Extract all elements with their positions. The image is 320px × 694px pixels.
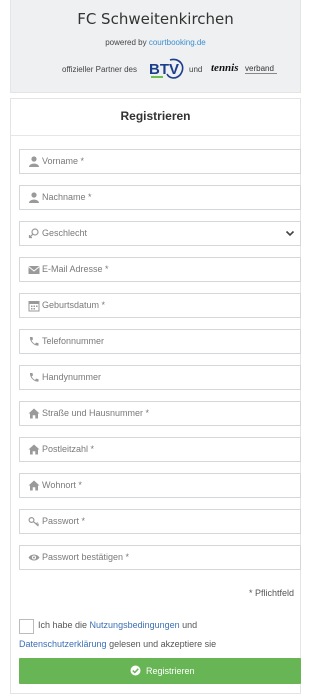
required-note: * Pflichtfeld: [248, 588, 294, 598]
envelope-icon: [28, 266, 40, 274]
first-name-placeholder: Vorname *: [42, 156, 85, 166]
check-circle-icon: [130, 665, 141, 676]
partner-and: und: [189, 65, 203, 74]
password-placeholder: Passwort *: [42, 516, 86, 526]
btv-logo: BTV: [149, 58, 184, 79]
form-title: Registrieren: [120, 109, 191, 123]
birthdate-placeholder: Geburtsdatum *: [42, 300, 106, 310]
terms-checkbox[interactable]: [19, 619, 34, 634]
powered-prefix: powered by: [105, 38, 149, 47]
email-placeholder: E-Mail Adresse *: [42, 264, 109, 274]
club-name: FC Schweitenkirchen: [77, 10, 234, 28]
registration-card: Registrieren Vorname * Nachname * Geschl…: [10, 98, 301, 694]
last-name-field[interactable]: Nachname *: [19, 185, 301, 210]
powered-by: powered by courtbooking.de: [11, 38, 300, 47]
birthdate-field[interactable]: Geburtsdatum *: [19, 293, 301, 318]
agree-middle: und: [179, 620, 198, 630]
tennisverband-logo: tennis verband: [211, 62, 277, 74]
user-icon: [29, 156, 39, 167]
city-field[interactable]: Wohnort *: [19, 473, 301, 498]
street-field[interactable]: Straße und Hausnummer *: [19, 401, 301, 426]
gender-select[interactable]: Geschlecht: [19, 221, 301, 246]
password-confirm-placeholder: Passwort bestätigen *: [42, 552, 130, 562]
agree-prefix: Ich habe die: [38, 620, 90, 630]
calendar-icon: [28, 301, 40, 312]
key-icon: [28, 516, 40, 527]
privacy-link[interactable]: Datenschutzerklärung: [19, 639, 107, 649]
phone-placeholder: Telefonnummer: [42, 336, 105, 346]
agree-suffix: gelesen und akzeptiere sie: [106, 639, 217, 649]
mobile-field[interactable]: Handynummer: [19, 365, 301, 390]
phone-icon: [29, 373, 39, 382]
eye-icon: [28, 554, 40, 561]
street-placeholder: Straße und Hausnummer *: [42, 408, 150, 418]
partner-text: offizieller Partner des: [62, 65, 137, 74]
password-confirm-field[interactable]: Passwort bestätigen *: [19, 545, 301, 570]
club-header: FC Schweitenkirchen powered by courtbook…: [10, 0, 301, 93]
home-icon: [28, 480, 40, 491]
agree-text-line2: Datenschutzerklärung gelesen und akzepti…: [19, 639, 216, 649]
agree-text-line1: Ich habe die Nutzungsbedingungen und: [38, 620, 197, 630]
mobile-placeholder: Handynummer: [42, 372, 102, 382]
city-placeholder: Wohnort *: [42, 480, 82, 490]
home-icon: [28, 408, 40, 419]
tennis-logo-text2: verband: [245, 64, 274, 73]
postal-code-field[interactable]: Postleitzahl *: [19, 437, 301, 462]
phone-field[interactable]: Telefonnummer: [19, 329, 301, 354]
last-name-placeholder: Nachname *: [42, 192, 92, 202]
partner-row: offizieller Partner des BTV und tennis v…: [11, 55, 300, 83]
gender-placeholder: Geschlecht: [42, 228, 88, 238]
home-icon: [28, 444, 40, 455]
tennis-logo-text: tennis: [211, 62, 239, 74]
btv-logo-text: BTV: [149, 61, 179, 78]
courtbooking-link[interactable]: courtbooking.de: [149, 38, 206, 47]
phone-icon: [29, 337, 39, 346]
chevron-down-icon: [285, 230, 295, 237]
first-name-field[interactable]: Vorname *: [19, 149, 301, 174]
terms-link[interactable]: Nutzungsbedingungen: [90, 620, 180, 630]
register-button-label: Registrieren: [146, 666, 195, 676]
user-icon: [29, 192, 39, 203]
postal-code-placeholder: Postleitzahl *: [42, 444, 95, 454]
password-field[interactable]: Passwort *: [19, 509, 301, 534]
gender-icon: [28, 228, 39, 239]
title-divider: [11, 135, 300, 136]
email-field[interactable]: E-Mail Adresse *: [19, 257, 301, 282]
register-button[interactable]: Registrieren: [19, 658, 301, 684]
